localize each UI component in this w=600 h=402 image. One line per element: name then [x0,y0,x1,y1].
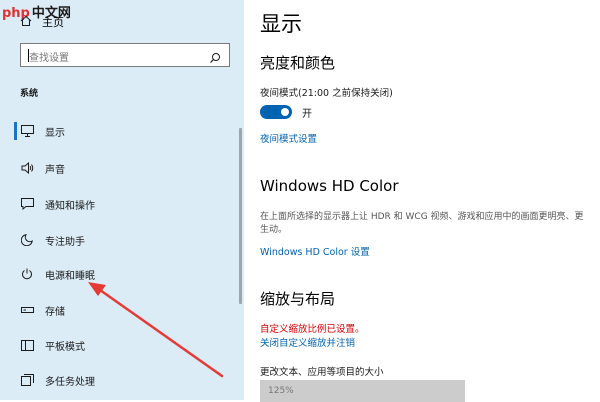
power-icon [20,267,34,281]
toggle-knob [281,108,289,116]
scale-dropdown-value: 125% [268,386,294,396]
sidebar-item-label: 专注助手 [45,236,85,248]
sidebar-item-focus-assist[interactable]: 专注助手 [20,230,85,250]
sidebar-item-label: 多任务处理 [45,376,95,388]
home-icon [20,15,32,30]
scale-heading: 缩放与布局 [260,290,336,308]
home-label: 主页 [42,16,64,29]
sidebar-item-label: 存储 [45,306,65,318]
sidebar-item-power-sleep[interactable]: 电源和睡眠 [20,264,95,284]
sidebar-item-notifications[interactable]: 通知和操作 [20,194,95,214]
search-icon[interactable] [209,49,221,68]
hd-color-settings-link[interactable]: Windows HD Color 设置 [260,244,370,258]
sidebar-item-label: 平板模式 [45,341,85,353]
sidebar: php 中文网 主页 查找设置 系统 显示 声音 通知和操作 专注助手 电源和睡… [0,0,244,400]
sidebar-item-label: 显示 [45,127,65,139]
night-light-label: 夜间模式(21:00 之前保持关闭) [260,88,393,99]
search-placeholder: 查找设置 [29,53,69,64]
page-title: 显示 [260,12,302,36]
sidebar-scrollbar[interactable] [239,128,242,304]
multitask-icon [20,373,34,387]
section-label: 系统 [20,89,39,99]
sidebar-item-label: 声音 [45,164,65,176]
sidebar-item-multitasking[interactable]: 多任务处理 [20,370,95,390]
monitor-icon [20,124,34,138]
scale-size-label: 更改文本、应用等项目的大小 [260,367,384,378]
search-box[interactable]: 查找设置 [20,43,230,67]
storage-icon [20,303,34,317]
sidebar-item-label: 电源和睡眠 [45,270,95,282]
sidebar-item-sound[interactable]: 声音 [20,158,65,178]
moon-icon [20,233,34,247]
sidebar-item-label: 通知和操作 [45,200,95,212]
scale-dropdown[interactable]: 125% [260,380,465,402]
disable-custom-scale-link[interactable]: 关闭自定义缩放并注销 [260,335,355,349]
hd-color-heading: Windows HD Color [260,177,399,195]
hd-color-description: 在上面所选择的显示器上让 HDR 和 WCG 视频、游戏和应用中的画面更明亮、更… [260,212,584,235]
home-nav-item[interactable]: 主页 [20,14,64,30]
sidebar-item-tablet-mode[interactable]: 平板模式 [20,335,85,355]
selection-indicator [14,122,17,140]
toggle-state-label: 开 [302,109,312,120]
night-light-toggle[interactable] [260,105,292,119]
night-light-settings-link[interactable]: 夜间模式设置 [260,131,317,145]
speaker-icon [20,161,34,175]
notification-icon [20,197,34,211]
brightness-heading: 亮度和颜色 [260,54,336,72]
main-content: 显示 亮度和颜色 夜间模式(21:00 之前保持关闭) 开 夜间模式设置 Win… [244,0,600,402]
tablet-icon [20,338,34,352]
sidebar-item-storage[interactable]: 存储 [20,300,65,320]
sidebar-item-display[interactable]: 显示 [20,121,65,141]
custom-scale-warning: 自定义缩放比例已设置。 [260,324,365,335]
